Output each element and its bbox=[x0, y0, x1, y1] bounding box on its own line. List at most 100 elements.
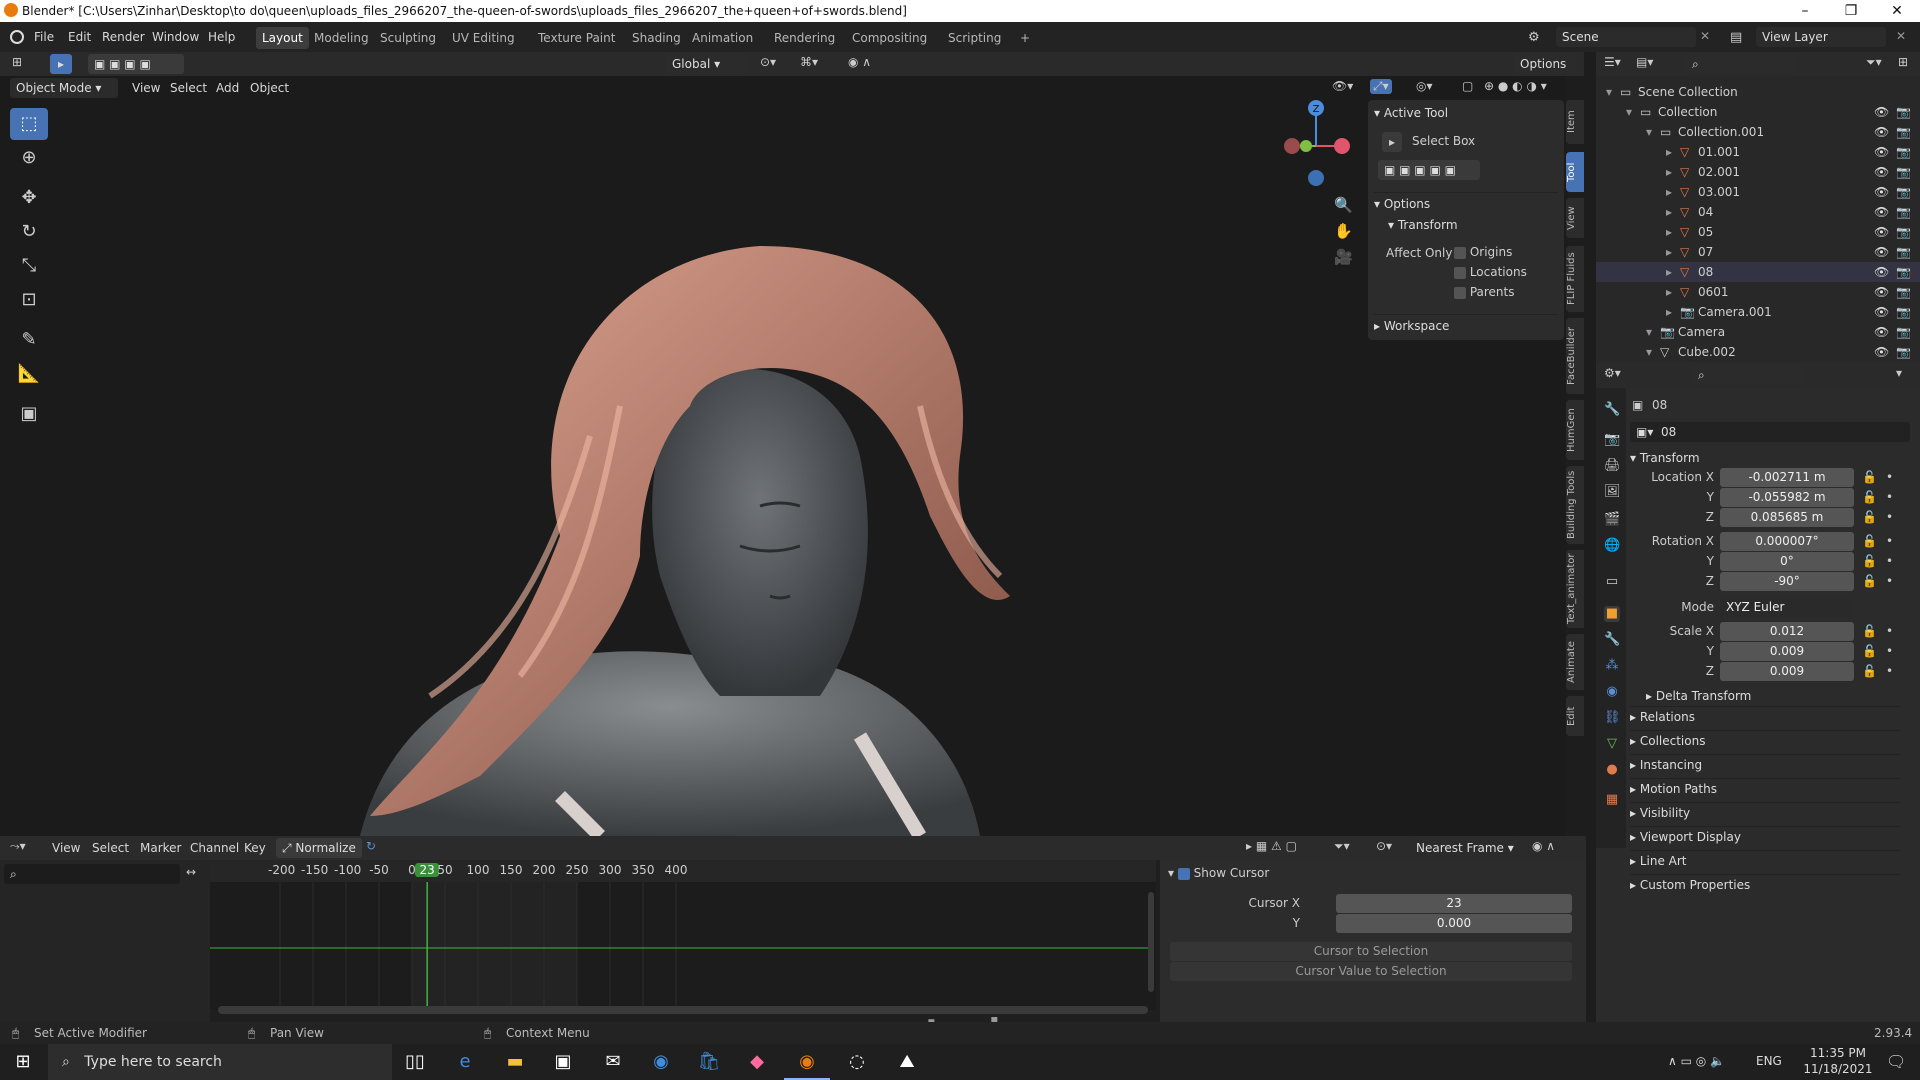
editor-type-icon[interactable]: ⊞ bbox=[12, 55, 22, 69]
menu-file[interactable]: File bbox=[30, 28, 58, 46]
texture-tab-icon[interactable]: ▦ bbox=[1604, 792, 1620, 808]
visibility-eye-icon[interactable]: 👁 bbox=[1874, 262, 1889, 282]
output-tab-icon[interactable]: 🖨 bbox=[1604, 458, 1621, 474]
render-visibility-icon[interactable]: 📷 bbox=[1896, 302, 1911, 322]
graph-menu-marker[interactable]: Marker bbox=[136, 839, 185, 857]
pivot-icon[interactable]: ⊙▾ bbox=[760, 55, 776, 69]
locations-checkbox[interactable]: Locations bbox=[1454, 265, 1527, 279]
zoom-icon[interactable]: 🔍 bbox=[1334, 196, 1353, 214]
scene-icon[interactable]: ⚙ bbox=[1528, 30, 1540, 45]
auto-normalize-icon[interactable]: ↻ bbox=[366, 839, 376, 853]
outliner-row[interactable]: ▸ ▽ 03.001 👁 📷 bbox=[1596, 182, 1920, 202]
render-visibility-icon[interactable]: 📷 bbox=[1896, 142, 1911, 162]
lock-icon[interactable]: 🔓 bbox=[1862, 534, 1877, 548]
snap-icon[interactable]: ⌘▾ bbox=[800, 55, 818, 69]
modifier-tab-icon[interactable]: 🔧 bbox=[1604, 632, 1620, 648]
section-viewport-display[interactable]: ▸ Viewport Display bbox=[1630, 826, 1900, 846]
menu-edit[interactable]: Edit bbox=[64, 28, 95, 46]
world-tab-icon[interactable]: 🌐 bbox=[1604, 538, 1620, 554]
constraints-tab-icon[interactable]: ⛓ bbox=[1604, 710, 1621, 726]
sidebar-tab-animate[interactable]: Animate bbox=[1566, 634, 1584, 690]
sidebar-tab-text-animator[interactable]: Text_animator bbox=[1566, 550, 1584, 628]
graph-menu-select[interactable]: Select bbox=[88, 839, 133, 857]
3d-viewport[interactable]: Object Mode ▾ View Select Add Object 👁▾ … bbox=[0, 76, 1566, 836]
location-field[interactable]: 0.085685 m bbox=[1720, 508, 1854, 527]
collection-tab-icon[interactable]: ▭ bbox=[1604, 574, 1620, 590]
outliner-row[interactable]: ▸ ▽ 04 👁 📷 bbox=[1596, 202, 1920, 222]
tab-animation[interactable]: Animation bbox=[686, 27, 759, 49]
file-explorer-icon[interactable]: ▬ bbox=[492, 1044, 538, 1080]
render-visibility-icon[interactable]: 📷 bbox=[1896, 282, 1911, 302]
menu-render[interactable]: Render bbox=[98, 28, 149, 46]
close-scene-icon[interactable]: ✕ bbox=[1700, 29, 1710, 43]
sidebar-tab-flip-fluids[interactable]: FLIP Fluids bbox=[1566, 246, 1584, 312]
tab-uv-editing[interactable]: UV Editing bbox=[446, 27, 521, 49]
snap-mode-dropdown[interactable]: Nearest Frame ▾ bbox=[1410, 838, 1520, 858]
section-custom-properties[interactable]: ▸ Custom Properties bbox=[1630, 874, 1900, 894]
outliner-row[interactable]: ▸ ▽ 02.001 👁 📷 bbox=[1596, 162, 1920, 182]
outliner-row[interactable]: ▾ ▭ Collection.001 👁 📷 bbox=[1596, 122, 1920, 142]
render-visibility-icon[interactable]: 📷 bbox=[1896, 182, 1911, 202]
keyframe-dot-icon[interactable]: • bbox=[1886, 510, 1893, 524]
active-tool-header[interactable]: ▾ Active Tool bbox=[1374, 102, 1448, 124]
camera-view-icon[interactable]: 🎥 bbox=[1334, 248, 1353, 266]
render-visibility-icon[interactable]: 📷 bbox=[1896, 202, 1911, 222]
section-relations[interactable]: ▸ Relations bbox=[1630, 706, 1900, 726]
graph-menu-channel[interactable]: Channel bbox=[186, 839, 243, 857]
object-name-field[interactable]: ▣▾ 08 bbox=[1630, 422, 1910, 442]
lock-icon[interactable]: 🔓 bbox=[1862, 470, 1877, 484]
show-cursor-checkbox[interactable]: ▾ Show Cursor bbox=[1168, 866, 1269, 880]
outliner-row[interactable]: ▾ ▭ Scene Collection bbox=[1596, 82, 1920, 102]
object-tab-icon[interactable]: ■ bbox=[1604, 606, 1620, 622]
parents-checkbox[interactable]: Parents bbox=[1454, 285, 1515, 299]
expand-icon[interactable]: ▸ bbox=[1666, 162, 1672, 182]
visibility-eye-icon[interactable]: 👁 bbox=[1874, 342, 1889, 362]
scale-field[interactable]: 0.009 bbox=[1720, 642, 1854, 661]
visibility-eye-icon[interactable]: 👁 bbox=[1874, 302, 1889, 322]
app-icon-4[interactable]: ⛰ bbox=[884, 1044, 930, 1080]
rotation-field[interactable]: 0° bbox=[1720, 552, 1854, 571]
outliner-row[interactable]: ▸ ▽ 05 👁 📷 bbox=[1596, 222, 1920, 242]
outliner-row[interactable]: ▸ 📷 Camera.001 👁 📷 bbox=[1596, 302, 1920, 322]
material-tab-icon[interactable]: ● bbox=[1604, 762, 1620, 778]
sidebar-tab-item[interactable]: Item bbox=[1566, 100, 1584, 144]
cursor-y-field[interactable]: 0.000 bbox=[1336, 914, 1572, 933]
render-tab-icon[interactable]: 📷 bbox=[1604, 432, 1620, 448]
menu-window[interactable]: Window bbox=[148, 28, 203, 46]
app-icon-3[interactable]: ◌ bbox=[834, 1044, 880, 1080]
scale-field[interactable]: 0.012 bbox=[1720, 622, 1854, 641]
pivot-graph-icon[interactable]: ⊙▾ bbox=[1376, 839, 1392, 853]
graph-menu-view[interactable]: View bbox=[48, 839, 84, 857]
section-visibility[interactable]: ▸ Visibility bbox=[1630, 802, 1900, 822]
close-icon[interactable]: ✕ bbox=[1874, 0, 1920, 22]
render-visibility-icon[interactable]: 📷 bbox=[1896, 342, 1911, 362]
visibility-eye-icon[interactable]: 👁 bbox=[1874, 322, 1889, 342]
select-mode-buttons[interactable]: ▣ ▣ ▣ ▣ bbox=[88, 54, 184, 74]
tab-shading[interactable]: Shading bbox=[626, 27, 687, 49]
scene-selector[interactable]: Scene bbox=[1556, 27, 1696, 47]
outliner-editor-icon[interactable]: ☰▾ bbox=[1604, 55, 1621, 69]
clock-time[interactable]: 11:35 PM bbox=[1806, 1046, 1870, 1060]
lock-icon[interactable]: 🔓 bbox=[1862, 490, 1877, 504]
normalize-toggle[interactable]: ⤢ Normalize bbox=[276, 838, 362, 858]
expand-icon[interactable]: ▾ bbox=[1606, 82, 1612, 102]
orientation-dropdown[interactable]: Global ▾ bbox=[666, 54, 746, 74]
tab-sculpting[interactable]: Sculpting bbox=[374, 27, 442, 49]
keyframe-dot-icon[interactable]: • bbox=[1886, 470, 1893, 484]
expand-icon[interactable]: ▸ bbox=[1666, 242, 1672, 262]
blender-taskbar-icon[interactable]: ◉ bbox=[784, 1044, 830, 1080]
properties-editor-icon[interactable]: ⚙▾ bbox=[1604, 366, 1621, 380]
display-mode-icon[interactable]: ▤▾ bbox=[1636, 55, 1653, 69]
proportional-edit-icon[interactable]: ◉ ∧ bbox=[848, 55, 871, 69]
tab-scripting[interactable]: Scripting bbox=[942, 27, 1007, 49]
keyframe-dot-icon[interactable]: • bbox=[1886, 624, 1893, 638]
visibility-eye-icon[interactable]: 👁 bbox=[1874, 122, 1889, 142]
expand-icon[interactable]: ▸ bbox=[1666, 262, 1672, 282]
transform-tool-icon[interactable]: ⊡ bbox=[10, 284, 48, 316]
tab-layout[interactable]: Layout bbox=[256, 27, 309, 49]
section-line-art[interactable]: ▸ Line Art bbox=[1630, 850, 1900, 870]
selection-filter-icons[interactable]: ▸ ▦ ⚠ ▢ bbox=[1246, 839, 1297, 853]
outliner-row[interactable]: ▸ ▽ 0601 👁 📷 bbox=[1596, 282, 1920, 302]
sidebar-tab-view[interactable]: View bbox=[1566, 198, 1584, 238]
lock-icon[interactable]: 🔓 bbox=[1862, 624, 1877, 638]
